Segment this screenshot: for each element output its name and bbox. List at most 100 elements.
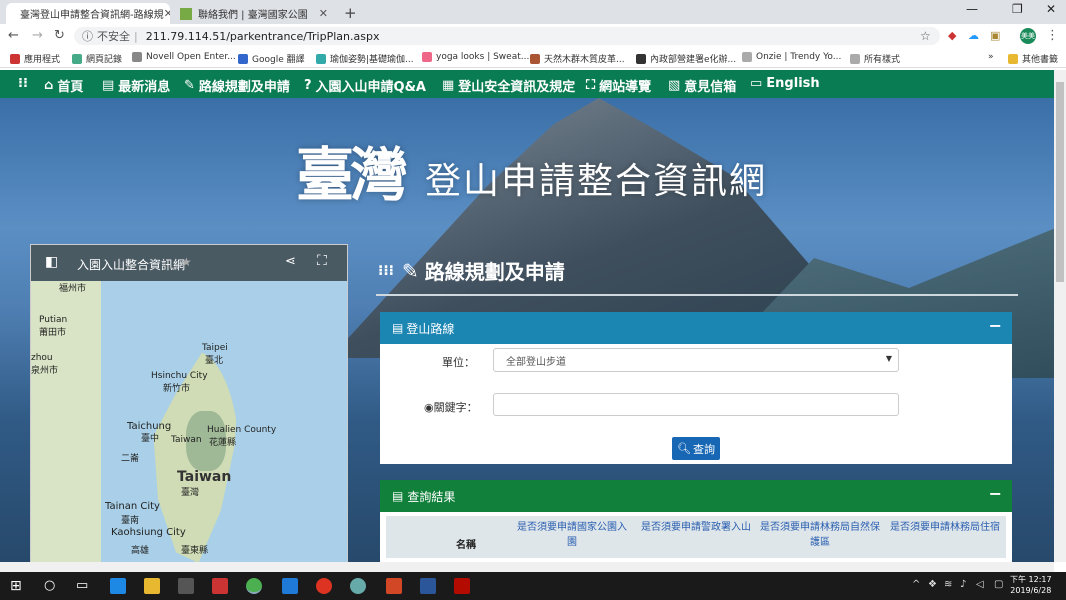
back-icon[interactable]: ← <box>8 28 19 43</box>
map-view[interactable]: 福州市 Putian 莆田市 zhou 泉州市 Taipei 臺北 Hsinch… <box>31 281 347 563</box>
map-header: ◧ 入園入山整合資訊網 ★ ⋖ ⛶ <box>31 245 347 281</box>
forward-icon[interactable]: → <box>32 28 43 43</box>
pinterest-icon <box>422 52 432 62</box>
dropbox-icon[interactable]: ❖ <box>928 579 937 590</box>
nav-home[interactable]: ⌂ 首頁 <box>44 76 83 95</box>
chevron-up-icon[interactable]: ^ <box>912 579 920 590</box>
profile-avatar[interactable]: 美美 <box>1020 28 1036 44</box>
globe-icon <box>742 52 752 62</box>
system-clock[interactable]: 下午 12:17 2019/6/28 <box>1010 574 1052 596</box>
speaker-icon[interactable]: ◁ <box>976 579 984 590</box>
app-icon[interactable] <box>350 578 366 594</box>
notification-icon[interactable]: ▢ <box>994 579 1003 590</box>
close-window-icon[interactable]: ✕ <box>1046 2 1056 16</box>
nav-news[interactable]: ▤ 最新消息 <box>102 76 170 95</box>
ie-icon[interactable] <box>282 578 298 594</box>
horizontal-scrollbar[interactable] <box>0 562 1054 572</box>
search-icon: 🔍︎ <box>677 442 691 455</box>
task-view-icon[interactable]: ▭ <box>76 578 88 593</box>
unit-label: 單位： <box>442 356 475 369</box>
maximize-icon[interactable]: ❐ <box>1012 2 1023 16</box>
page-title: ⁝⁝⁝ ✎ 路線規劃及申請 <box>378 258 565 285</box>
star-icon[interactable]: ☆ <box>920 29 931 43</box>
column-header-park[interactable]: 是否須要申請國家公園入園 <box>514 520 630 550</box>
chrome-icon[interactable] <box>246 578 262 594</box>
nav-safety[interactable]: ▦ 登山安全資訊及規定 <box>442 76 575 95</box>
route-card-header: ▤ 登山路線 − <box>380 312 1012 344</box>
nav-route-planning[interactable]: ✎ 路線規劃及申請 <box>184 76 290 95</box>
volume-icon[interactable]: ♪ <box>960 579 966 590</box>
question-icon: ? <box>304 78 312 93</box>
unit-select[interactable]: 全部登山步道 ▼ <box>493 348 899 372</box>
fullscreen-icon[interactable]: ⛶ <box>317 253 327 269</box>
column-header-police[interactable]: 是否須要申請警政署入山 <box>636 520 756 535</box>
wifi-icon[interactable]: ≋ <box>944 579 952 590</box>
app-icon[interactable] <box>316 578 332 594</box>
apps-icon <box>10 53 20 64</box>
bookmark-novell[interactable]: Novell Open Enter... <box>132 52 236 62</box>
clock-time: 下午 12:17 <box>1010 575 1052 584</box>
park-icon <box>180 7 192 20</box>
star-icon[interactable]: ★ <box>181 255 192 269</box>
bookmark-translate[interactable]: Google 翻譯 <box>238 52 305 65</box>
collapse-icon[interactable]: − <box>989 316 1002 335</box>
keyword-input[interactable] <box>493 393 899 416</box>
column-header-reserve[interactable]: 是否須要申請林務局自然保護區 <box>760 520 880 550</box>
keyword-label: ◉關鍵字： <box>424 401 478 414</box>
translate-icon <box>238 53 248 64</box>
store-icon[interactable] <box>178 578 194 594</box>
scrollbar-thumb[interactable] <box>1056 82 1064 282</box>
document-icon: ▤ <box>392 321 404 335</box>
bookmark-apps[interactable]: 應用程式 <box>10 52 60 65</box>
edge-icon[interactable] <box>110 578 126 594</box>
nav-faq[interactable]: ? 入園入山申請Q&A <box>304 76 426 95</box>
results-card-header: ▤ 查詢結果 − <box>380 480 1012 512</box>
share-icon[interactable]: ⋖ <box>285 254 296 269</box>
column-header-lodging[interactable]: 是否須要申請林務局住宿 <box>884 520 1006 535</box>
tab-contact[interactable]: 聯絡我們 | 臺灣國家公園 ✕ <box>172 3 336 24</box>
close-icon[interactable]: ✕ <box>164 7 170 20</box>
tab-trip-plan[interactable]: 臺灣登山申請整合資訊網-路線規 ✕ <box>6 3 170 24</box>
reload-icon[interactable]: ↻ <box>54 28 65 43</box>
document-icon: ▦ <box>442 78 455 93</box>
close-icon[interactable]: ✕ <box>319 7 328 20</box>
mailbox-icon: ▧ <box>668 78 681 93</box>
nav-feedback[interactable]: ▧ 意見信箱 <box>668 76 736 95</box>
cloud-icon[interactable]: ☁ <box>968 29 979 42</box>
bookmark-yoga-pose[interactable]: 瑜伽姿勢|基礎瑜伽... <box>316 52 414 65</box>
bookmarks-bar: 應用程式 網頁記錄 Novell Open Enter... Google 翻譯… <box>0 48 1066 68</box>
bookmark-onzie[interactable]: Onzie | Trendy Yo... <box>742 52 841 62</box>
file-explorer-icon[interactable] <box>144 578 160 594</box>
nav-sitemap[interactable]: ⛶ 網站導覽 <box>586 76 651 95</box>
chevron-down-icon: ▼ <box>885 354 892 363</box>
acrobat-icon[interactable] <box>454 578 470 594</box>
google-icon <box>72 53 82 64</box>
menu-icon[interactable]: ⋮ <box>1046 28 1059 43</box>
k-icon <box>316 53 326 64</box>
new-tab-icon[interactable]: + <box>344 4 357 22</box>
collapse-icon[interactable]: − <box>989 484 1002 503</box>
info-icon[interactable]: ⓘ <box>82 28 93 44</box>
news-icon: ▤ <box>102 78 115 93</box>
nav-english[interactable]: ▭ English <box>750 76 820 91</box>
bookmark-overflow[interactable]: » <box>988 52 994 62</box>
bookmark-history[interactable]: 網頁記錄 <box>72 52 122 65</box>
leather-icon <box>530 53 540 64</box>
bookmark-moi[interactable]: 內政部營建署e化辦... <box>636 52 736 65</box>
bookmark-yoga-looks[interactable]: yoga looks | Sweat... <box>422 52 529 62</box>
bookmark-all-styles[interactable]: 所有樣式 <box>850 52 900 65</box>
powerpoint-icon[interactable] <box>386 578 402 594</box>
bookmark-leather[interactable]: 天然木群木質皮革... <box>530 52 625 65</box>
acrobat-icon[interactable]: ◆ <box>948 29 956 42</box>
minimize-icon[interactable]: — <box>966 2 978 16</box>
bookmark-other[interactable]: 其他書籤 <box>1008 52 1058 65</box>
windows-start-icon[interactable]: ⊞ <box>10 578 22 594</box>
extension-icon[interactable]: ▣ <box>990 29 1000 42</box>
nav-grid-icon[interactable]: ⁝⁝ <box>18 76 28 91</box>
search-button[interactable]: 🔍︎ 查詢 <box>672 437 720 460</box>
word-icon[interactable] <box>420 578 436 594</box>
address-bar[interactable]: ⓘ 不安全 | 211.79.114.51/parkentrance/TripP… <box>74 27 940 45</box>
sidebar-toggle-icon[interactable]: ◧ <box>45 254 58 270</box>
search-icon[interactable]: ○ <box>44 578 55 593</box>
app-icon[interactable] <box>212 578 228 594</box>
